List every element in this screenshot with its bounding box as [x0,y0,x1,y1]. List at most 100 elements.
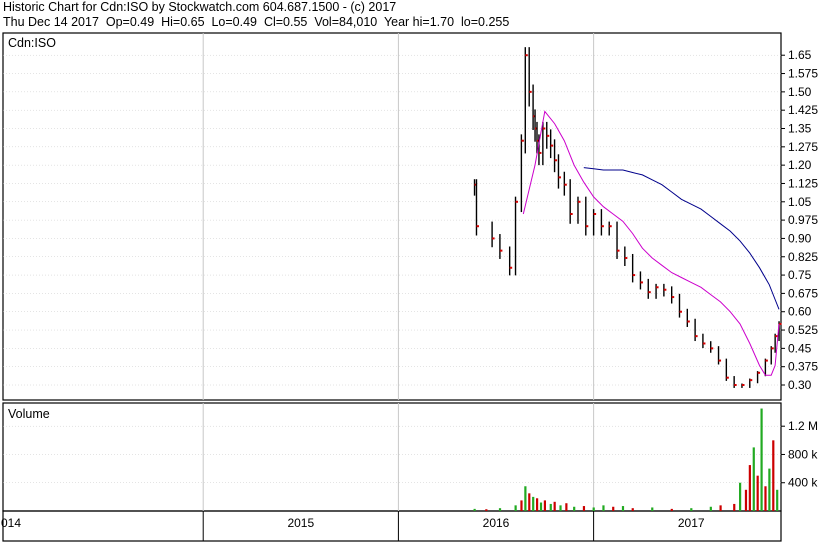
price-tick-label: 0.45 [788,341,812,355]
volume-bar [621,506,625,511]
close-marker [509,266,513,269]
header-line-1: Historic Chart for Cdn:ISO by Stockwatch… [3,0,397,14]
close-marker [550,144,554,147]
volume-bar [543,500,547,511]
chart-header: Historic Chart for Cdn:ISO by Stockwatch… [3,0,509,30]
volume-bar [768,468,771,511]
volume-bar [592,507,595,511]
volume-bar [651,507,654,511]
volume-bar [573,506,576,511]
close-marker [617,249,620,252]
volume-bar [498,508,502,511]
close-marker [515,200,519,203]
close-marker [771,347,774,350]
close-marker [529,90,532,93]
volume-bars [473,408,779,511]
price-tick-label: 0.30 [788,378,812,392]
date-tick-label: 2016 [483,516,510,530]
volume-bar [528,493,531,511]
volume-bar [549,503,552,511]
close-marker [648,291,651,294]
close-marker [570,213,573,216]
volume-bar [690,508,693,511]
tick-labels: 1.65 1.575 1.50 1.425 1.35 1.275 1.20 1.125 1.05… [1,48,818,530]
price-tick-label: 0.825 [788,250,818,264]
price-tick-label: 1.575 [788,67,818,81]
volume-bar [776,489,779,511]
price-tick-label: 1.20 [788,158,812,172]
volume-bar [520,500,523,511]
volume-bar [752,447,755,511]
volume-panel-frame [2,402,782,512]
volume-bar [748,465,751,511]
volume-bar [602,505,605,511]
price-tick-label: 1.125 [788,176,818,190]
volume-bar [733,503,736,511]
volume-bar [559,505,562,511]
close-marker [663,288,667,291]
date-tick-label: 2017 [678,516,705,530]
volume-bar [612,506,615,511]
price-tick-label: 0.90 [788,231,812,245]
price-panel-frame [2,32,782,401]
price-tick-label: 0.675 [788,286,818,300]
volume-bar [764,486,767,511]
volume-bar [535,498,539,511]
volume-bar [756,475,759,511]
chart-title: Cdn:ISO [8,36,56,50]
price-tick-label: 1.425 [788,103,818,117]
close-marker [546,134,550,137]
close-marker [718,359,722,362]
moving-average-short-line [522,110,780,376]
close-marker [601,225,604,228]
volume-bar [582,506,586,511]
grid-lines [3,33,785,541]
volume-bar [719,505,722,511]
price-tick-label: 0.525 [788,323,818,337]
close-marker [554,159,558,162]
volume-bar [532,496,535,511]
close-marker [476,225,479,228]
close-marker [564,183,567,186]
price-tick-label: 1.65 [788,48,812,62]
volume-bar [473,508,476,511]
close-marker [775,335,778,338]
close-marker [702,342,706,345]
volume-bar [514,505,517,511]
volume-panel-title: Volume [8,407,50,421]
volume-bar [739,482,742,511]
close-marker [538,151,542,154]
close-marker [632,274,636,277]
close-marker [695,335,698,338]
volume-bar [631,508,634,511]
close-marker [757,371,761,374]
close-marker [609,225,612,228]
volume-bar [524,486,527,511]
price-tick-label: 0.75 [788,268,812,282]
header-line-2: Thu Dec 14 2017 Op=0.49 Hi=0.65 Lo=0.49 … [3,15,510,29]
close-marker [525,54,528,57]
volume-bar [709,506,712,511]
volume-tick-label: 800 k [788,447,818,461]
volume-bar [772,440,775,511]
price-tick-label: 1.05 [788,195,812,209]
close-marker [593,213,597,216]
close-marker [521,139,524,142]
price-tick-label: 0.60 [788,305,812,319]
close-marker [492,237,495,240]
stock-chart: 1.65 1.575 1.50 1.425 1.35 1.275 1.20 1.125 1.05… [1,32,818,542]
close-marker [640,281,643,284]
volume-bar [760,408,763,511]
price-series [473,47,782,388]
close-marker [558,176,561,179]
volume-bar [553,501,556,511]
price-tick-label: 1.275 [788,140,818,154]
volume-bar [485,509,488,511]
close-marker [671,296,675,299]
close-marker [624,256,628,259]
date-tick-label: 2015 [287,516,314,530]
date-tick-label: 014 [1,516,21,530]
price-tick-label: 0.975 [788,213,818,227]
close-marker [726,376,729,379]
close-marker [687,320,690,323]
